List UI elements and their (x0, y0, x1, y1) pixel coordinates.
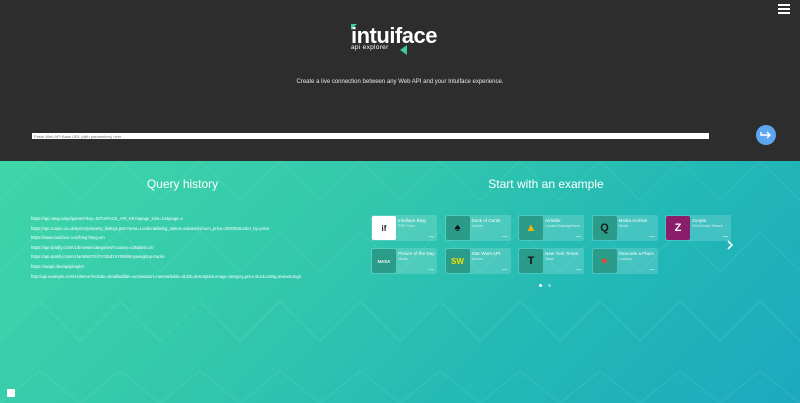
example-card-category: RSS Feed (398, 224, 415, 228)
example-card-link-icon[interactable]: ⟶ (575, 267, 581, 272)
example-card-link-icon[interactable]: ⟶ (428, 267, 434, 272)
example-card[interactable]: T New York Times News ⟶ (518, 248, 584, 274)
pagination-dot[interactable] (548, 284, 551, 287)
hamburger-menu-icon[interactable] (778, 4, 790, 14)
example-card-title: Media Archive (618, 218, 648, 223)
history-item[interactable]: https://api.spotify.com/v1/browse/catego… (31, 243, 336, 253)
api-url-input[interactable] (32, 133, 709, 139)
example-card-link-icon[interactable]: ⟶ (649, 234, 655, 239)
example-card-title: Intuiface Blog (398, 218, 426, 223)
example-card-icon: if (372, 216, 396, 240)
example-card[interactable]: ▲ Airtable Content Management ⟶ (518, 215, 584, 241)
example-card-title: Zoopla (692, 218, 707, 223)
example-card-category: Media (618, 224, 629, 228)
example-card-category: Media (398, 257, 408, 261)
example-card-icon: ♠ (445, 216, 470, 240)
example-card-category: Content Management (545, 224, 580, 228)
example-card-title: Star Wars API (471, 251, 501, 256)
example-card-icon: Z (666, 216, 690, 240)
example-card-title: New York Times (545, 251, 578, 256)
example-card-icon: ● (592, 249, 617, 273)
query-history-title: Query history (146, 177, 219, 191)
example-card-icon: ▲ (519, 216, 543, 240)
example-card-icon: SW (445, 249, 470, 273)
example-card[interactable]: ♠ Deck of Cards Games ⟶ (444, 215, 511, 241)
logo-arrow-icon (400, 45, 407, 55)
example-card-link-icon[interactable]: ⟶ (649, 267, 655, 272)
example-card-category: Games (471, 224, 484, 228)
example-card[interactable]: ● Geocode a Place Location ⟶ (591, 248, 658, 274)
example-card-icon: Q (592, 216, 617, 240)
example-card[interactable]: Z Zoopla Real Estate Search ⟶ (665, 215, 731, 241)
example-card-title: Airtable (545, 218, 561, 223)
example-card[interactable]: if Intuiface Blog RSS Feed ⟶ (371, 215, 437, 241)
content-section: Query history Start with an example http… (0, 161, 800, 403)
example-card-icon: NASA (372, 249, 396, 273)
pagination-dot[interactable] (539, 284, 542, 287)
example-card-category: Real Estate Search (692, 224, 723, 228)
tagline: Create a live connection between any Web… (296, 79, 504, 85)
example-card-category: Location (618, 257, 633, 261)
intuiface-corner-logo-icon[interactable] (7, 389, 15, 397)
example-card-category: News (545, 257, 554, 261)
example-card-title: Geocode a Place (618, 251, 654, 256)
example-card-icon: T (519, 249, 543, 273)
next-page-chevron-icon[interactable] (726, 240, 734, 250)
example-card-link-icon[interactable]: ⟶ (502, 267, 508, 272)
return-arrow-icon (760, 131, 771, 138)
example-card-link-icon[interactable]: ⟶ (722, 234, 728, 239)
history-item[interactable]: https://swapi.dev/api/people/ (31, 262, 336, 272)
example-card[interactable]: NASA Picture of the Day Media ⟶ (371, 248, 437, 274)
example-card[interactable]: SW Star Wars API Movies ⟶ (444, 248, 511, 274)
example-card-link-icon[interactable]: ⟶ (502, 234, 508, 239)
history-item[interactable]: https://api.spotify.com/v1/artists/0TnOY… (31, 252, 336, 262)
example-card-link-icon[interactable]: ⟶ (575, 234, 581, 239)
header-section: intuiface api explorer Create a live con… (0, 0, 800, 161)
example-card-category: Movies (471, 257, 483, 261)
example-card-link-icon[interactable]: ⟶ (428, 234, 434, 239)
history-item[interactable]: https://api.zoopla.co.uk/api/v1/property… (31, 224, 336, 234)
history-item[interactable]: https://api.rawg.io/api/games?key=INTUIF… (31, 214, 336, 224)
example-card[interactable]: Q Media Archive Media ⟶ (591, 215, 658, 241)
example-card-title: Deck of Cards (471, 218, 501, 223)
query-history-list: https://api.rawg.io/api/games?key=INTUIF… (31, 214, 336, 281)
logo-subtitle: api explorer (351, 44, 389, 51)
history-item[interactable]: https://www.intuiface.com/blog?lang=en (31, 233, 336, 243)
examples-title: Start with an example (488, 177, 604, 191)
background-pattern (0, 161, 800, 403)
history-item[interactable]: http://api.example.com/v1/items?include=… (31, 272, 336, 282)
submit-url-button[interactable] (756, 125, 776, 145)
example-card-title: Picture of the Day (398, 251, 435, 256)
